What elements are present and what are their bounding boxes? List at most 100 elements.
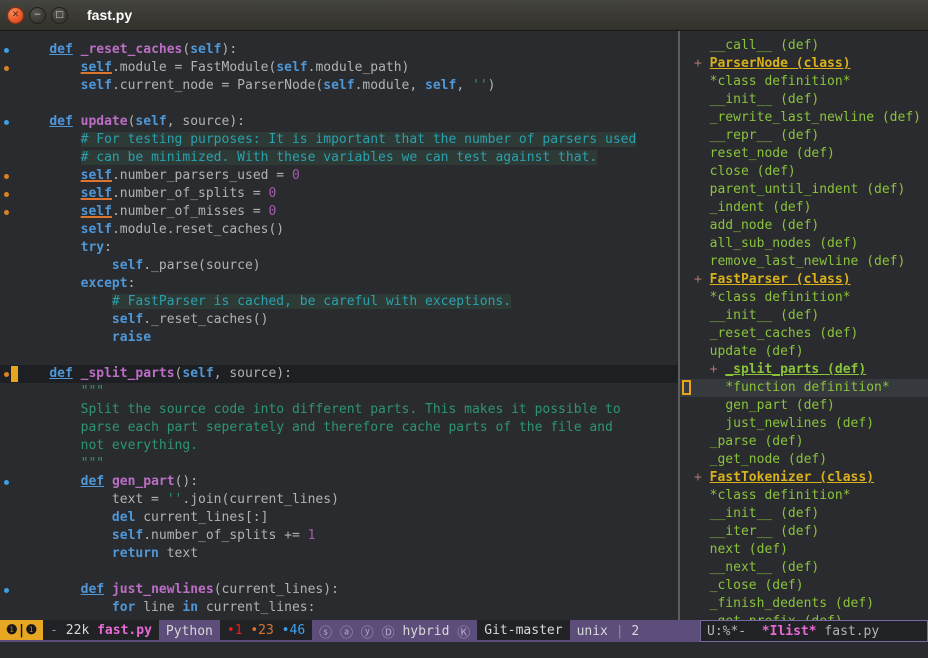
code-token: self (135, 114, 166, 129)
imenu-entry[interactable]: __repr__ (def) (680, 127, 928, 145)
imenu-entry[interactable]: _get_node (def) (680, 451, 928, 469)
imenu-entry[interactable]: remove_last_newline (def) (680, 253, 928, 271)
imenu-entry[interactable]: _parse (def) (680, 433, 928, 451)
expand-icon[interactable]: + (694, 56, 710, 71)
code-line[interactable]: try: (0, 239, 678, 257)
imenu-entry-label: close (def) (710, 164, 796, 179)
code-line[interactable]: Split the source code into different par… (0, 401, 678, 419)
code-token: ._parse(source) (143, 258, 260, 273)
info-dot-icon (4, 120, 9, 125)
imenu-entry[interactable]: add_node (def) (680, 217, 928, 235)
imenu-entry[interactable]: gen_part (def) (680, 397, 928, 415)
code-line[interactable]: self.module = FastModule(self.module_pat… (0, 59, 678, 77)
code-line[interactable]: del current_lines[:] (0, 509, 678, 527)
code-token: (): (175, 474, 198, 489)
imenu-entry[interactable]: __init__ (def) (680, 307, 928, 325)
code-token (73, 366, 81, 381)
code-line[interactable]: raise (0, 329, 678, 347)
code-token: 0 (292, 168, 300, 183)
code-line[interactable]: self.module.reset_caches() (0, 221, 678, 239)
minor-mode-lighters[interactable]: ⓢ ⓐ ⓨ Ⓓ hybrid Ⓚ (312, 620, 477, 642)
imenu-entry[interactable]: + _split_parts (def) (680, 361, 928, 379)
code-token: .current_node = ParserNode( (112, 78, 323, 93)
imenu-entry[interactable]: _reset_caches (def) (680, 325, 928, 343)
code-editor-pane[interactable]: def _reset_caches(self): self.module = F… (0, 31, 678, 620)
imenu-entry[interactable]: next (def) (680, 541, 928, 559)
code-token (18, 60, 81, 75)
code-line[interactable]: def _reset_caches(self): (0, 41, 678, 59)
warning-dot-icon (4, 372, 9, 377)
imenu-entry[interactable]: _close (def) (680, 577, 928, 595)
imenu-entry[interactable]: all_sub_nodes (def) (680, 235, 928, 253)
imenu-list-sidebar[interactable]: __call__ (def)+ ParserNode (class) *clas… (680, 31, 928, 620)
code-line[interactable]: self.number_of_splits += 1 (0, 527, 678, 545)
imenu-entry-label: FastTokenizer (class) (710, 470, 874, 485)
expand-icon[interactable]: + (710, 362, 726, 377)
imenu-class-entry[interactable]: + FastParser (class) (680, 271, 928, 289)
code-line[interactable]: return text (0, 545, 678, 563)
imenu-entry[interactable]: parent_until_indent (def) (680, 181, 928, 199)
modified-flag: - (50, 623, 58, 638)
code-line[interactable]: text = ''.join(current_lines) (0, 491, 678, 509)
imenu-entry[interactable]: __call__ (def) (680, 37, 928, 55)
code-line[interactable] (0, 563, 678, 581)
imenu-entry[interactable]: *class definition* (680, 289, 928, 307)
maximize-button[interactable]: □ (51, 7, 68, 24)
expand-icon[interactable]: + (694, 470, 710, 485)
imenu-entry[interactable]: *class definition* (680, 487, 928, 505)
echo-area (0, 642, 928, 658)
code-line[interactable]: def gen_part(): (0, 473, 678, 491)
imenu-entry[interactable]: __init__ (def) (680, 505, 928, 523)
imenu-entry[interactable]: _finish_dedents (def) (680, 595, 928, 613)
imenu-entry[interactable]: update (def) (680, 343, 928, 361)
flycheck-counts[interactable]: •1 •23 •46 (220, 620, 312, 640)
code-line[interactable]: def _split_parts(self, source): (0, 365, 678, 383)
code-token: just_newlines (112, 582, 214, 597)
code-line[interactable]: """ (0, 383, 678, 401)
code-line[interactable]: for line in current_lines: (0, 599, 678, 617)
imenu-entry[interactable]: _rewrite_last_newline (def) (680, 109, 928, 127)
imenu-entry[interactable]: *function definition* (680, 379, 928, 397)
buffer-info[interactable]: - 22k fast.py (43, 620, 159, 640)
code-line[interactable]: # For testing purposes: It is important … (0, 131, 678, 149)
imenu-entry[interactable]: _indent (def) (680, 199, 928, 217)
code-token: """ (81, 456, 104, 471)
code-line[interactable]: parse each part seperately and therefore… (0, 419, 678, 437)
code-token: self (112, 528, 143, 543)
imenu-entry[interactable]: __init__ (def) (680, 91, 928, 109)
imenu-entry[interactable]: *class definition* (680, 73, 928, 91)
close-button[interactable]: ✕ (7, 7, 24, 24)
code-line[interactable]: except: (0, 275, 678, 293)
code-token: .join(current_lines) (182, 492, 339, 507)
imenu-entry[interactable]: __iter__ (def) (680, 523, 928, 541)
warning-dot-icon (4, 66, 9, 71)
imenu-entry-label: __next__ (def) (710, 560, 820, 575)
code-line[interactable]: def update(self, source): (0, 113, 678, 131)
code-line[interactable]: self._reset_caches() (0, 311, 678, 329)
code-line[interactable]: """ (0, 455, 678, 473)
major-mode-indicator[interactable]: Python (159, 620, 220, 642)
code-line[interactable]: def just_newlines(current_lines): (0, 581, 678, 599)
code-line[interactable]: not everything. (0, 437, 678, 455)
imenu-entry[interactable]: close (def) (680, 163, 928, 181)
code-line[interactable]: self.number_of_misses = 0 (0, 203, 678, 221)
code-line[interactable]: self._parse(source) (0, 257, 678, 275)
code-line[interactable]: self.current_node = ParserNode(self.modu… (0, 77, 678, 95)
code-token: current_lines: (198, 600, 315, 615)
code-line[interactable] (0, 347, 678, 365)
code-line[interactable]: # can be minimized. With these variables… (0, 149, 678, 167)
code-line[interactable] (0, 95, 678, 113)
imenu-entry[interactable]: reset_node (def) (680, 145, 928, 163)
imenu-class-entry[interactable]: + ParserNode (class) (680, 55, 928, 73)
code-line[interactable]: self.number_parsers_used = 0 (0, 167, 678, 185)
imenu-entry[interactable]: _get_prefix (def) (680, 613, 928, 620)
expand-icon[interactable]: + (694, 272, 710, 287)
imenu-class-entry[interactable]: + FastTokenizer (class) (680, 469, 928, 487)
code-line[interactable]: self.number_of_splits = 0 (0, 185, 678, 203)
code-token (18, 78, 81, 93)
git-branch-indicator[interactable]: Git-master (477, 620, 569, 640)
minimize-button[interactable]: − (29, 7, 46, 24)
imenu-entry[interactable]: just_newlines (def) (680, 415, 928, 433)
imenu-entry[interactable]: __next__ (def) (680, 559, 928, 577)
code-line[interactable]: # FastParser is cached, be careful with … (0, 293, 678, 311)
